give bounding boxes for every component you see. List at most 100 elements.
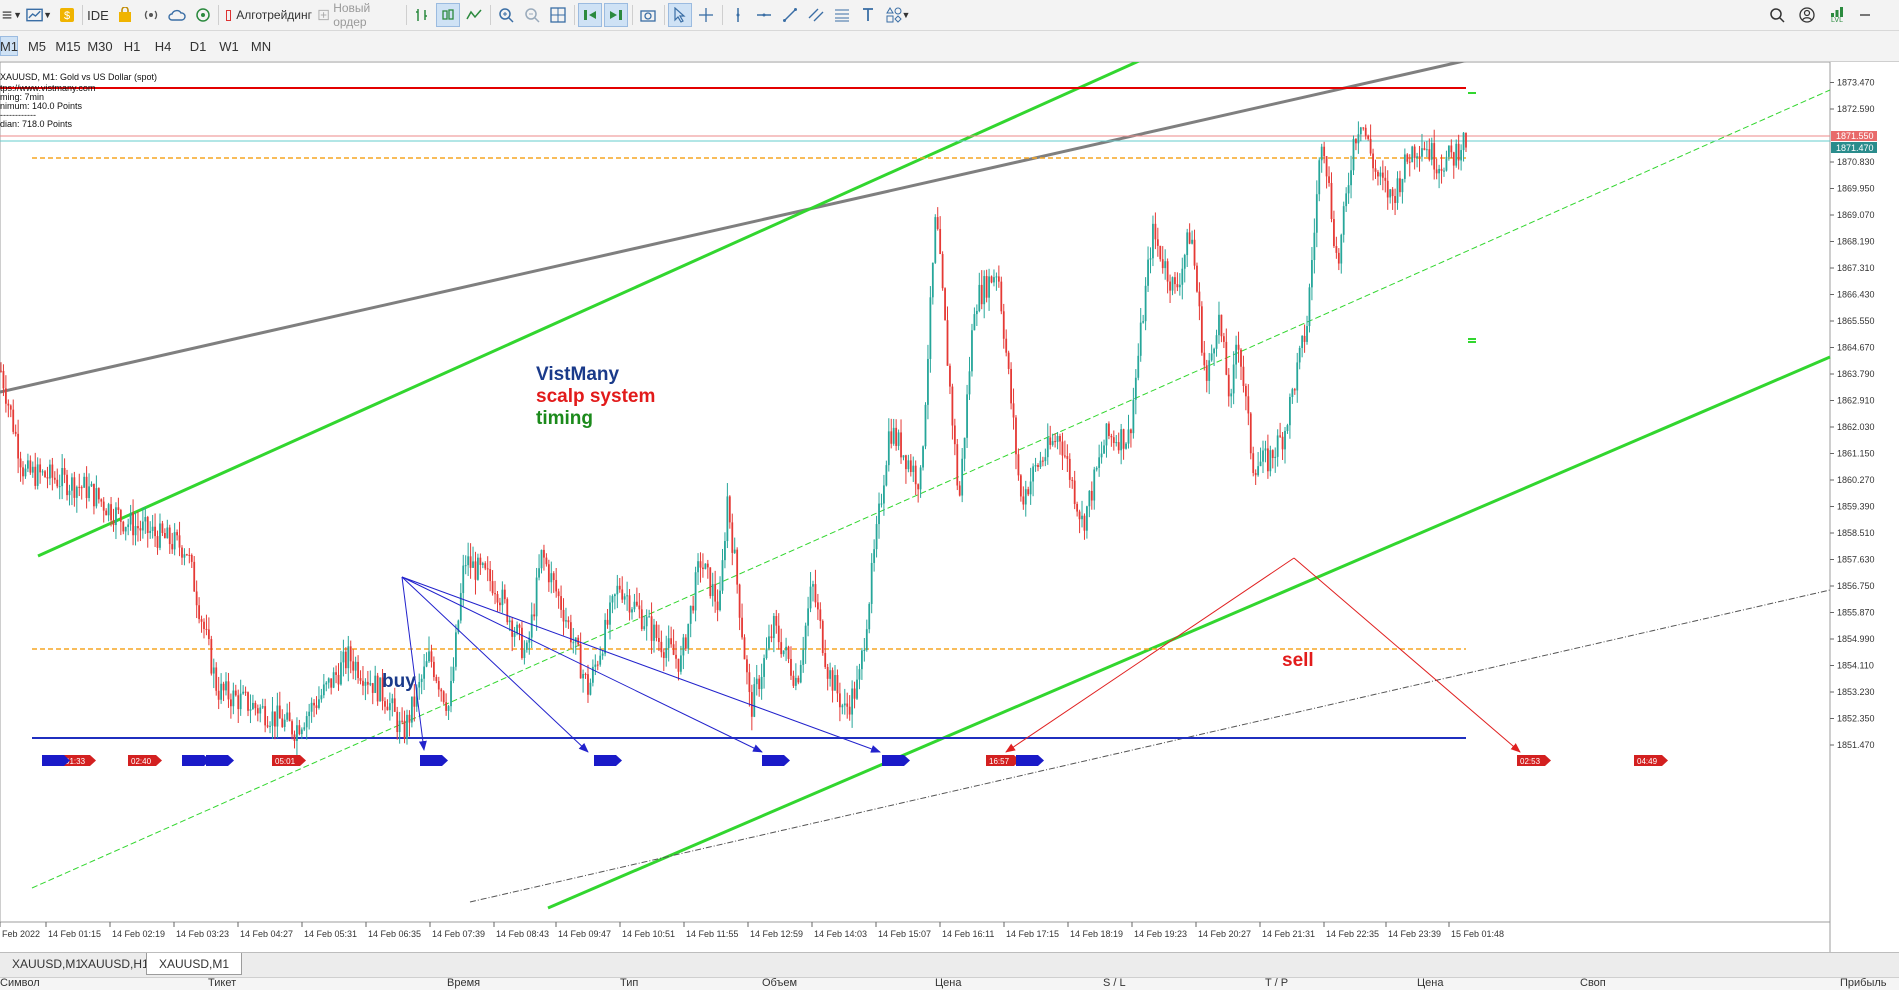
horizontal-line-icon[interactable]	[752, 3, 776, 27]
candle-body	[117, 507, 120, 511]
candle-body	[618, 585, 621, 590]
candle-body	[217, 690, 220, 700]
shopping-bag-icon[interactable]	[114, 3, 136, 27]
timeframe-m15[interactable]: M15	[54, 36, 82, 56]
candle-body	[1159, 245, 1162, 260]
candle-body	[746, 659, 748, 673]
new-order-button[interactable]: Новый ордер	[318, 1, 402, 29]
price-chart[interactable]: 1873.470 1872.590 1870.830 1869.950 1869.070…	[0, 52, 1899, 952]
chart-canvas[interactable]: 1873.470 1872.590 1870.830 1869.950 1869.070…	[0, 52, 1899, 952]
crosshair-icon[interactable]	[694, 3, 718, 27]
candle-body	[841, 705, 844, 708]
candle-body	[17, 433, 20, 459]
candle-body	[271, 711, 274, 726]
auto-scroll-icon[interactable]	[578, 3, 602, 27]
chart-shift-icon[interactable]	[604, 3, 628, 27]
candle-body	[396, 711, 399, 733]
candle-body	[210, 639, 213, 674]
column-header[interactable]: Своп	[1580, 978, 1606, 989]
candle-body	[951, 386, 954, 426]
candlestick-icon[interactable]	[436, 3, 460, 27]
candle-body	[1445, 156, 1448, 171]
candle-body	[1152, 223, 1154, 259]
column-header[interactable]: Тикет	[208, 978, 236, 989]
column-header[interactable]: Прибыль	[1840, 978, 1887, 989]
cursor-icon[interactable]	[668, 3, 692, 27]
fibonacci-icon[interactable]	[830, 3, 854, 27]
price-label: 1869.950	[1837, 184, 1875, 194]
account-icon[interactable]	[1796, 3, 1818, 27]
candle-body	[1244, 385, 1247, 397]
timeframe-m1[interactable]: M1	[0, 36, 18, 56]
column-header[interactable]: Символ	[0, 978, 40, 989]
shapes-icon[interactable]: ▼	[882, 3, 914, 27]
column-header[interactable]: Объем	[762, 978, 797, 989]
zoom-out-icon[interactable]	[520, 3, 544, 27]
cloud-icon[interactable]	[166, 3, 188, 27]
candle-body	[816, 602, 819, 610]
candle-body	[949, 365, 951, 387]
column-header[interactable]: T / P	[1265, 978, 1288, 989]
red-time-marker-tip	[90, 755, 96, 766]
timeframe-mn[interactable]: MN	[247, 36, 275, 56]
blue-time-marker	[420, 755, 442, 766]
candle-body	[1289, 397, 1291, 426]
timeframe-h4[interactable]: H4	[150, 36, 176, 56]
algo-trading-button[interactable]: Алготрейдинг	[226, 3, 312, 27]
candle-body	[227, 681, 230, 700]
candle-body	[391, 698, 394, 704]
time-label: 14 Feb 06:35	[368, 929, 421, 939]
candle-body	[102, 501, 105, 511]
line-chart-icon[interactable]	[462, 3, 486, 27]
column-header[interactable]: Цена	[935, 978, 961, 989]
candle-body	[308, 711, 311, 717]
time-label: 14 Feb 16:11	[942, 929, 994, 939]
candle-body	[677, 658, 680, 672]
menu-icon[interactable]: ▼	[2, 3, 22, 27]
column-header[interactable]: Тип	[620, 978, 638, 989]
zoom-in-icon[interactable]	[494, 3, 518, 27]
candle-body	[1210, 353, 1213, 361]
time-label: 14 Feb 17:15	[1006, 929, 1059, 939]
candle-body	[927, 358, 929, 405]
candle-body	[496, 594, 499, 603]
candle-body	[1144, 285, 1147, 322]
vertical-line-icon[interactable]	[726, 3, 750, 27]
candle-body	[765, 648, 768, 659]
candle-body	[924, 404, 927, 447]
vps-icon[interactable]	[192, 3, 214, 27]
ide-button[interactable]: IDE	[86, 3, 110, 27]
text-icon[interactable]	[856, 3, 880, 27]
timeframe-m5[interactable]: M5	[24, 36, 50, 56]
candle-body	[1249, 413, 1252, 454]
screenshot-icon[interactable]	[636, 3, 660, 27]
column-header[interactable]: Цена	[1417, 978, 1443, 989]
candle-body	[291, 721, 293, 735]
timeframe-m30[interactable]: M30	[86, 36, 114, 56]
chart-tabs: XAUUSD,M1 XAUUSD,H1 XAUUSD,M1	[0, 952, 1899, 977]
level-icon[interactable]: LVL	[1826, 3, 1848, 27]
candle-body	[543, 549, 545, 558]
timeframe-h1[interactable]: H1	[119, 36, 145, 56]
candle-body	[352, 661, 355, 671]
chart-template-icon[interactable]: ▼	[26, 3, 52, 27]
chart-tab[interactable]: XAUUSD,M1	[146, 953, 243, 975]
candle-body	[836, 675, 839, 694]
column-header[interactable]: Время	[447, 978, 480, 989]
dollar-icon[interactable]: $	[56, 3, 78, 27]
minimize-icon[interactable]	[1854, 3, 1876, 27]
candle-body	[645, 616, 648, 627]
timeframe-d1[interactable]: D1	[185, 36, 211, 56]
candle-body	[340, 662, 342, 685]
signal-icon[interactable]	[140, 3, 162, 27]
bar-chart-icon[interactable]	[410, 3, 434, 27]
grid-icon[interactable]	[546, 3, 570, 27]
column-header[interactable]: S / L	[1103, 978, 1126, 989]
price-label: 1856.750	[1837, 581, 1875, 591]
search-icon[interactable]	[1766, 3, 1788, 27]
candle-body	[1413, 146, 1416, 159]
candle-body	[975, 310, 978, 315]
channel-icon[interactable]	[804, 3, 828, 27]
timeframe-w1[interactable]: W1	[216, 36, 242, 56]
trendline-icon[interactable]	[778, 3, 802, 27]
